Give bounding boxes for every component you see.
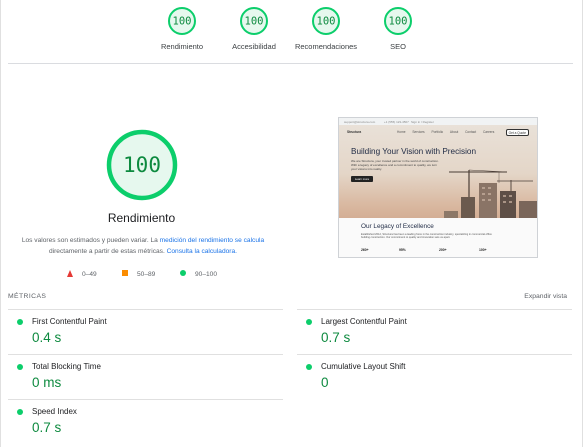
- thumb-topbar-account: Sign in / Register: [411, 120, 434, 124]
- best-practices-gauge-ring: 100: [312, 7, 340, 35]
- legend-fail-label: 0–49: [82, 271, 97, 278]
- top-divider: [8, 63, 573, 64]
- performance-big-score: 100: [123, 153, 161, 177]
- metric-value: 0.7 s: [321, 330, 351, 345]
- pass-circle-icon: [306, 364, 312, 370]
- thumb-stat: 95%: [399, 248, 406, 252]
- metric-cls: Cumulative Layout Shift 0: [297, 354, 572, 398]
- performance-big-gauge: 100: [106, 129, 178, 201]
- pass-circle-icon: [180, 270, 186, 276]
- accessibility-score: 100: [245, 16, 264, 28]
- metrics-right-column: Largest Contentful Paint 0.7 s Cumulativ…: [297, 309, 572, 399]
- gauge-best-practices[interactable]: 100 Recomendaciones: [286, 6, 366, 51]
- metrics-left-column: First Contentful Paint 0.4 s Total Block…: [8, 309, 283, 444]
- thumb-stat: 200+: [439, 248, 447, 252]
- metric-value: 0: [321, 375, 329, 390]
- thumb-topbar-email: support@structura.com: [344, 120, 376, 124]
- pass-circle-icon: [306, 319, 312, 325]
- thumb-section-title: Our Legacy of Excellence: [361, 223, 434, 230]
- performance-gauge-ring: 100: [168, 7, 196, 35]
- thumb-topbar-phone: +1 (555) 123-4567: [384, 120, 409, 124]
- average-square-icon: [122, 270, 128, 276]
- metric-lcp: Largest Contentful Paint 0.7 s: [297, 309, 572, 353]
- desc-middle: directamente a partir de estas métricas.: [48, 248, 167, 255]
- best-practices-label: Recomendaciones: [294, 42, 358, 51]
- thumb-skyline-illustration: [444, 169, 537, 232]
- gauge-seo[interactable]: 100 SEO: [358, 6, 438, 51]
- legend-average: 50–89: [122, 270, 155, 278]
- metric-fcp: First Contentful Paint 0.4 s: [8, 309, 283, 353]
- pass-circle-icon: [17, 364, 23, 370]
- score-legend: 0–49 50–89 90–100: [0, 270, 283, 282]
- metric-value: 0.7 s: [32, 420, 62, 435]
- metric-value: 0.4 s: [32, 330, 62, 345]
- pass-circle-icon: [17, 319, 23, 325]
- metric-name: Total Blocking Time: [32, 362, 101, 371]
- seo-score: 100: [389, 16, 408, 28]
- thumb-section-body: Established 2012, Structura has been a l…: [361, 233, 492, 240]
- expand-view-toggle[interactable]: Expandir vista: [524, 293, 567, 300]
- thumb-hero: Structura Home Services Portfolio About …: [339, 125, 537, 232]
- performance-title: Rendimiento: [107, 211, 176, 225]
- thumb-stat: 100+: [479, 248, 487, 252]
- performance-score: 100: [173, 16, 192, 28]
- legend-average-label: 50–89: [137, 271, 156, 278]
- pass-circle-icon: [17, 409, 23, 415]
- legend-pass-label: 90–100: [195, 271, 218, 278]
- best-practices-score: 100: [317, 16, 336, 28]
- metric-name: Cumulative Layout Shift: [321, 362, 406, 371]
- seo-label: SEO: [390, 42, 406, 51]
- metric-speed-index: Speed Index 0.7 s: [8, 399, 283, 443]
- desc-prefix: Los valores son estimados y pueden varia…: [21, 237, 160, 244]
- metric-value: 0 ms: [32, 375, 62, 390]
- metric-name: Speed Index: [32, 407, 77, 416]
- metric-name: Largest Contentful Paint: [321, 317, 407, 326]
- thumb-legacy-section: Our Legacy of Excellence Established 201…: [339, 218, 537, 257]
- accessibility-label: Accesibilidad: [232, 42, 276, 51]
- thumb-topbar: support@structura.com +1 (555) 123-4567 …: [339, 118, 537, 125]
- performance-description: Los valores son estimados y pueden varia…: [18, 235, 268, 257]
- metric-name: First Contentful Paint: [32, 317, 107, 326]
- metric-tbt: Total Blocking Time 0 ms: [8, 354, 283, 398]
- legend-pass: 90–100: [180, 270, 217, 278]
- accessibility-gauge-ring: 100: [240, 7, 268, 35]
- calculator-link[interactable]: Consulta la calculadora.: [167, 248, 237, 255]
- fail-triangle-icon: [67, 270, 73, 277]
- seo-gauge-ring: 100: [384, 7, 412, 35]
- scoring-link[interactable]: medición del rendimiento se calcula: [160, 237, 264, 244]
- gauge-performance[interactable]: 100 Rendimiento: [142, 6, 222, 51]
- thumb-stat: 260+: [361, 248, 369, 252]
- category-gauges: 100 Rendimiento 100 Accesibilidad 100 Re…: [0, 6, 583, 58]
- page-screenshot-thumbnail: support@structura.com +1 (555) 123-4567 …: [338, 117, 538, 258]
- legend-fail: 0–49: [67, 270, 97, 278]
- metrics-heading: MÉTRICAS: [8, 293, 47, 300]
- performance-label: Rendimiento: [160, 42, 204, 51]
- gauge-accessibility[interactable]: 100 Accesibilidad: [214, 6, 294, 51]
